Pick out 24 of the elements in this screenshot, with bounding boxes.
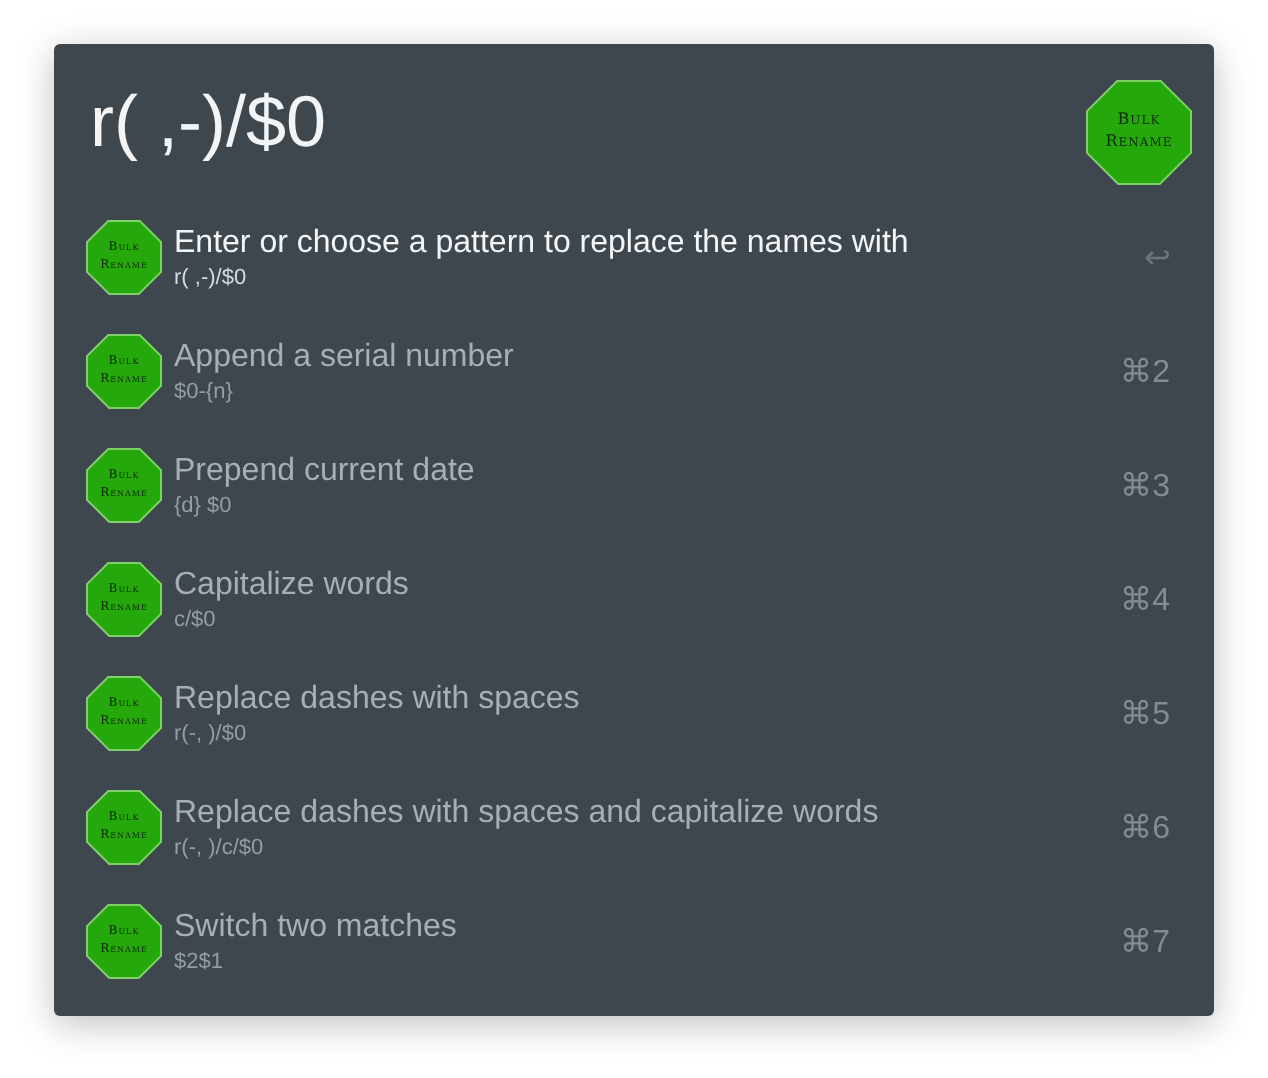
result-subtitle: $0-{n} [174, 379, 235, 403]
result-subtitle: r(-, )/$0 [174, 721, 249, 745]
shortcut-label: ⌘3 [1120, 467, 1170, 505]
shortcut-label: ⌘6 [1120, 809, 1170, 847]
shortcut-label: ⌘7 [1120, 923, 1170, 961]
shortcut-label: ⌘5 [1120, 695, 1170, 733]
shortcut-label: ⌘2 [1120, 353, 1170, 391]
result-subtitle: {d} $0 [174, 493, 234, 517]
result-title[interactable]: Enter or choose a pattern to replace the names with [174, 225, 1132, 261]
logo-text: Bulk [1117, 110, 1161, 132]
result-title[interactable]: Replace dashes with spaces and capitalize words [174, 795, 1109, 831]
result-title[interactable]: Append a serial number [174, 339, 1109, 375]
shortcut-label: ⌘4 [1120, 581, 1170, 619]
logo-text: Rename [1105, 132, 1173, 154]
result-subtitle: r(-, )/c/$0 [174, 835, 266, 859]
result-title[interactable]: Replace dashes with spaces [174, 681, 1109, 717]
search-field[interactable]: r( ,-)/$0 [90, 80, 690, 164]
result-title[interactable]: Switch two matches [174, 909, 1109, 945]
result-title[interactable]: Prepend current date [174, 453, 1109, 489]
result-subtitle: $2$1 [174, 949, 225, 973]
result-subtitle: r( ,-)/$0 [174, 265, 249, 289]
result-title[interactable]: Capitalize words [174, 567, 1109, 603]
result-subtitle: c/$0 [174, 607, 218, 631]
shortcut-label: ↩ [1144, 239, 1170, 277]
